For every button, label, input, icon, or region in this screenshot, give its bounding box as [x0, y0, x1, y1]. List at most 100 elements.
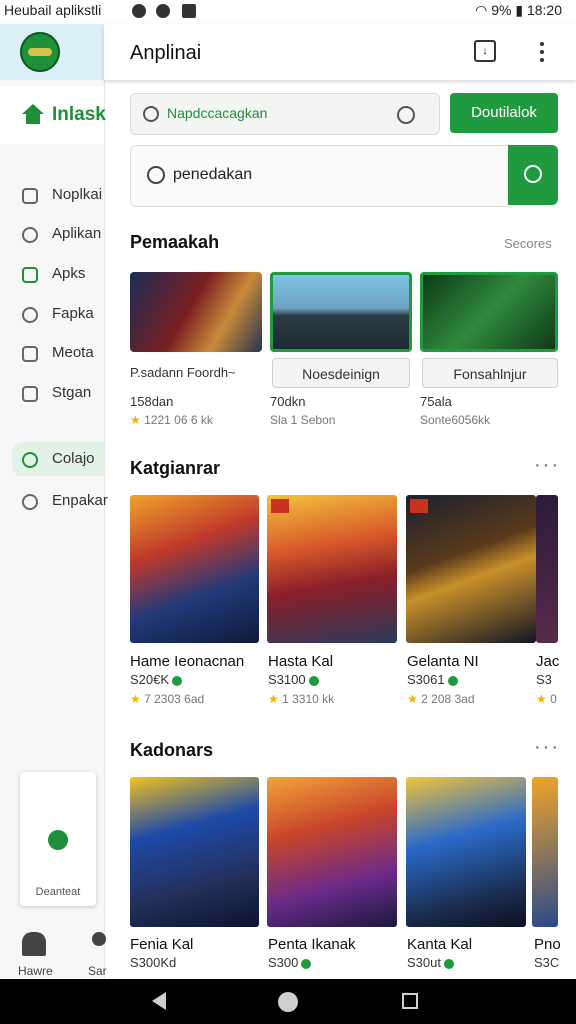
game-cover[interactable]: [406, 495, 536, 643]
search-field-small[interactable]: Napdccacagkan: [130, 93, 440, 135]
gear-icon: [22, 307, 38, 323]
sidebar-item-colajo[interactable]: Colajo: [22, 450, 104, 474]
wifi-icon: ◠: [475, 2, 488, 18]
rating-tag: [410, 499, 428, 513]
search-icon: [147, 166, 165, 184]
monitor-icon: [22, 386, 38, 402]
sidebar-item-noplkai[interactable]: Noplkai: [22, 186, 104, 210]
game-rating: ★ 1 3310 kk: [268, 692, 335, 706]
game-title: Gelanta NI: [407, 653, 479, 670]
item-meta: 75ala: [420, 394, 452, 409]
sidebar-home-label: Inlask: [52, 104, 106, 125]
game-title: Penta Ikanak: [268, 936, 356, 953]
sidebar-item-meota[interactable]: Meota: [22, 344, 104, 368]
featured-tab[interactable]: Fonsahlnjur: [422, 358, 558, 388]
section-title: Katgianrar: [130, 458, 221, 478]
search-button[interactable]: [508, 145, 558, 205]
game-price: S3100: [268, 672, 319, 687]
featured-tab[interactable]: Noesdeinign: [272, 358, 410, 388]
section-title: Pemaakah: [130, 232, 220, 252]
notification-icon: [182, 4, 196, 18]
battery-icon: ▮: [515, 2, 524, 18]
search-icon: [143, 106, 159, 122]
item-meta-secondary: ★ 1221 06 6 kk: [130, 413, 213, 427]
back-icon[interactable]: [152, 992, 166, 1010]
signal-text: 9%: [491, 2, 512, 18]
sidebar-item-enpakar[interactable]: Enpakar: [22, 492, 108, 516]
game-title: Hame Ieonacnan: [130, 653, 245, 670]
rating-tag: [271, 499, 289, 513]
notification-icon: [132, 4, 146, 18]
star-icon: ★: [268, 692, 279, 706]
game-cover[interactable]: [267, 777, 397, 927]
search-field-value: Napdccacagkan: [167, 105, 268, 121]
list-icon: [22, 346, 38, 362]
game-title: Fenia Kal: [130, 936, 194, 953]
game-rating: ★ 2 208 3ad: [407, 692, 475, 706]
see-more-link[interactable]: Secores: [504, 236, 552, 251]
chart-icon: [22, 267, 38, 283]
game-cover[interactable]: [406, 777, 526, 927]
featured-tab[interactable]: P.sadann Foordh~: [130, 358, 262, 388]
game-cover[interactable]: [130, 495, 259, 643]
star-icon: ★: [407, 692, 418, 706]
featured-thumbnail[interactable]: [420, 272, 558, 352]
sidebar-item-stgan[interactable]: Stgan: [22, 384, 104, 408]
star-icon: ★: [130, 413, 141, 427]
search-input-value: penedakan: [173, 166, 253, 183]
sidebar-chat-card[interactable]: Deanteat: [20, 772, 96, 906]
game-cover[interactable]: [267, 495, 397, 643]
person-icon[interactable]: [92, 932, 106, 946]
game-cover[interactable]: [536, 495, 558, 643]
sidebar-item-aplikan[interactable]: Aplikan: [22, 225, 104, 249]
game-price: S3061: [407, 672, 458, 687]
game-price: S300Kd: [130, 955, 177, 970]
status-right: ◠ 9% ▮ 18:20: [475, 2, 562, 19]
game-price: S3: [536, 672, 552, 687]
game-cover[interactable]: [130, 777, 259, 927]
game-title: Pno: [534, 936, 561, 953]
game-rating: ★ 7 2303 6ad: [130, 692, 205, 706]
more-options-icon[interactable]: ···: [534, 454, 560, 477]
game-price: S30ut: [407, 955, 454, 970]
recents-icon[interactable]: [402, 993, 418, 1009]
sidebar-item-apks[interactable]: Apks: [22, 265, 104, 289]
notification-icon: [156, 4, 170, 18]
game-title: Hasta Kal: [268, 653, 334, 670]
star-icon: ★: [130, 692, 141, 706]
game-title: Kanta Kal: [407, 936, 473, 953]
clock: 18:20: [526, 2, 562, 18]
home-icon-base: [26, 114, 40, 124]
bottom-person-label: Sar: [88, 964, 107, 978]
verified-icon: [443, 958, 454, 969]
settings-icon: [22, 494, 38, 510]
item-meta: 70dkn: [270, 394, 306, 409]
game-price: S20€K: [130, 672, 183, 687]
bottom-home-icon[interactable]: [22, 932, 46, 956]
search-input[interactable]: penedakan: [130, 145, 509, 207]
app-logo[interactable]: [20, 32, 60, 72]
game-price: S300: [268, 955, 312, 970]
more-options-icon[interactable]: [540, 42, 544, 62]
game-cover[interactable]: [532, 777, 558, 927]
download-button[interactable]: Doutilalok: [450, 93, 558, 133]
home-button-icon[interactable]: [278, 992, 298, 1012]
item-meta: 158dan: [130, 394, 174, 409]
verified-icon: [308, 675, 319, 686]
featured-thumbnail[interactable]: [130, 272, 262, 352]
bottom-home-label: Hawre: [18, 964, 53, 978]
item-meta-secondary: Sonte6056kk: [420, 413, 491, 427]
store-icon: [22, 188, 38, 204]
featured-thumbnail[interactable]: [270, 272, 412, 352]
verified-icon: [447, 675, 458, 686]
download-icon[interactable]: ↓: [474, 40, 496, 62]
voice-search-icon[interactable]: [397, 106, 415, 124]
home-icon: [22, 104, 44, 114]
game-title: Jac: [536, 653, 560, 670]
sidebar-item-fapka[interactable]: Fapka: [22, 305, 104, 329]
status-left-text: Heubail aplikstli: [4, 2, 102, 18]
verified-icon: [172, 675, 183, 686]
star-icon: ★: [536, 692, 547, 706]
game-price: S3C: [534, 955, 560, 970]
more-options-icon[interactable]: ···: [534, 736, 560, 759]
